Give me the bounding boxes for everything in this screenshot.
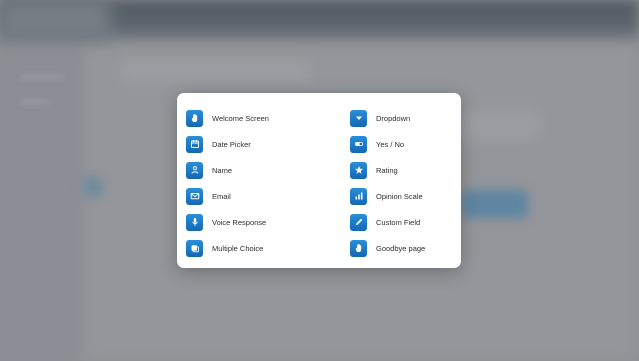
question-type-label: Voice Response [212,217,267,227]
microphone-icon [186,213,203,231]
question-type-label: Multiple Choice [212,243,264,253]
hand-wave-icon [186,109,203,127]
question-type-multiple-choice[interactable]: Multiple Choice [186,235,350,261]
chevron-down-icon [350,109,367,127]
question-type-name[interactable]: Name [186,157,350,183]
question-type-label: Email [212,191,231,201]
question-type-label: Custom Field [376,217,421,227]
question-type-date-picker[interactable]: Date Picker [186,131,350,157]
question-type-dropdown[interactable]: Dropdown [350,105,456,131]
question-type-opinion-scale[interactable]: Opinion Scale [350,183,456,209]
bar-scale-icon [350,187,367,205]
question-type-label: Date Picker [212,139,251,149]
question-type-custom-field[interactable]: Custom Field [350,209,456,235]
question-type-label: Welcome Screen [212,113,269,123]
question-type-label: Opinion Scale [376,191,423,201]
question-type-email[interactable]: Email [186,183,350,209]
calendar-icon [186,135,203,153]
question-type-label: Rating [376,165,398,175]
question-type-welcome-screen[interactable]: Welcome Screen [186,105,350,131]
question-type-grid: Welcome Screen Dropdown Date Picker Yes … [186,105,456,261]
hand-wave-icon [350,239,367,257]
question-type-rating[interactable]: Rating [350,157,456,183]
question-type-voice-response[interactable]: Voice Response [186,209,350,235]
question-type-goodbye-page[interactable]: Goodbye page [350,235,456,261]
person-icon [186,161,203,179]
toggle-icon [350,135,367,153]
question-type-label: Yes / No [376,139,405,149]
pencil-icon [350,213,367,231]
question-type-label: Dropdown [376,113,411,123]
question-type-modal: Welcome Screen Dropdown Date Picker Yes … [177,93,461,268]
star-icon [350,161,367,179]
question-type-label: Name [212,165,233,175]
multiple-choice-icon [186,239,203,257]
question-type-label: Goodbye page [376,243,426,253]
envelope-icon [186,187,203,205]
question-type-yes-no[interactable]: Yes / No [350,131,456,157]
